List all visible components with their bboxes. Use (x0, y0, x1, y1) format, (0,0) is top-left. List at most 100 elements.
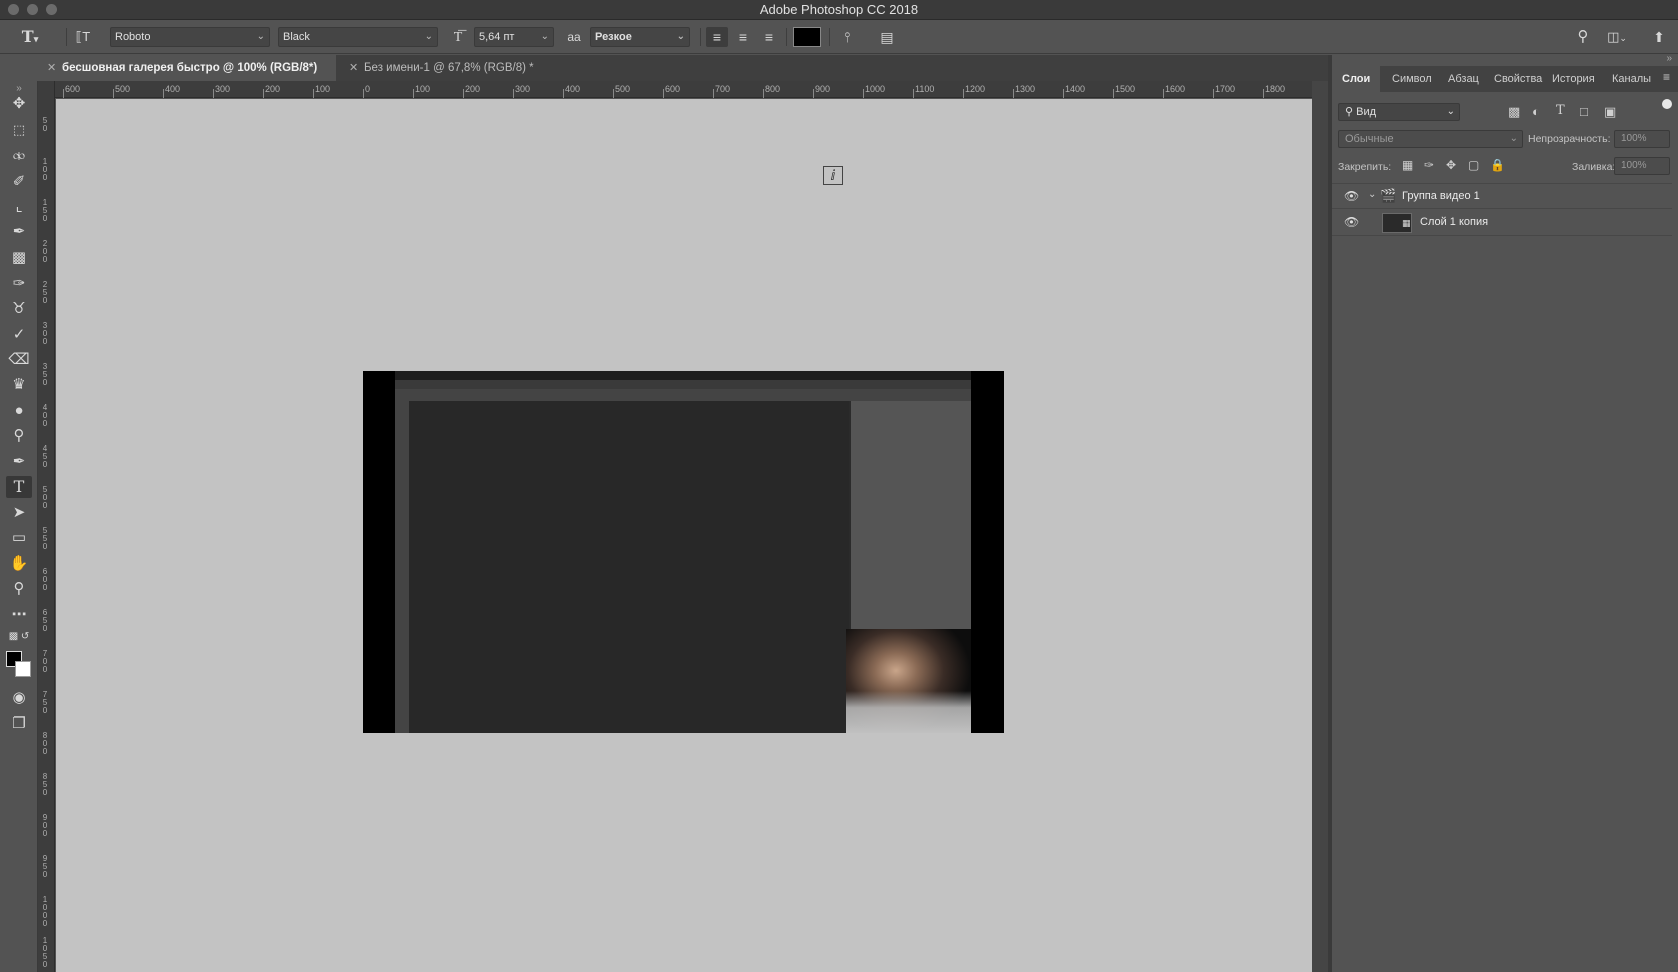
lock-position-icon[interactable]: ✥ (1446, 158, 1456, 172)
brush-tool-icon[interactable]: ✑ (6, 273, 32, 295)
workspace-icon[interactable]: ◫⌄ (1602, 27, 1632, 47)
tab-layers[interactable]: Слои (1332, 66, 1381, 92)
embedded-video-frame-overlay (846, 691, 971, 733)
share-icon[interactable]: ⬆ (1648, 27, 1670, 47)
filter-toggle-icon[interactable] (1662, 99, 1672, 109)
ruler-label: 400 (565, 84, 581, 94)
collapse-panel-icon[interactable]: » (1666, 53, 1672, 64)
font-size-select[interactable]: 5,64 пт ⌄ (474, 27, 554, 47)
crop-tool-icon[interactable]: ⌞ (6, 196, 32, 218)
layer-row-video[interactable]: 👁 ▦ Слой 1 копия (1332, 210, 1672, 236)
eraser-tool-icon[interactable]: ⌫ (6, 349, 32, 371)
rectangle-tool-icon[interactable]: ▭ (6, 527, 32, 549)
blur-tool-icon[interactable]: ● (6, 400, 32, 422)
ruler-tick (1013, 89, 1014, 98)
ruler-label: 9 0 0 (42, 813, 48, 838)
screen-mode-icon[interactable]: ❐ (6, 713, 32, 735)
lock-image-pixels-icon[interactable]: ✑ (1424, 158, 1434, 172)
character-panel-icon[interactable]: ▤ (876, 27, 898, 47)
visibility-eye-icon[interactable]: 👁 (1344, 215, 1359, 229)
path-selection-tool-icon[interactable]: ➤ (6, 502, 32, 524)
blend-mode-select[interactable]: Обычные ⌄ (1338, 130, 1523, 148)
close-tab-icon[interactable]: ✕ (349, 55, 358, 81)
ruler-label: 300 (215, 84, 231, 94)
tab-channels[interactable]: Каналы (1602, 66, 1661, 92)
lasso-tool-icon[interactable]: ⧞ (6, 145, 32, 167)
paint-bucket-tool-icon[interactable]: ♛ (6, 374, 32, 396)
marquee-tool-icon[interactable]: ⬚ (6, 119, 32, 141)
pixel-filter-icon[interactable]: ▩ (1508, 104, 1520, 120)
smart-object-filter-icon[interactable]: ▣ (1604, 104, 1616, 120)
layer-row-group[interactable]: 👁 ⌄ 🎬 Группа видео 1 (1332, 183, 1672, 209)
ruler-tick (963, 89, 964, 98)
ruler-label: 800 (765, 84, 781, 94)
hand-tool-icon[interactable]: ✋ (6, 553, 32, 575)
clone-stamp-tool-icon[interactable]: ♉ (6, 298, 32, 320)
type-filter-icon[interactable]: T (1556, 103, 1565, 118)
vertical-ruler: 5 0 1 0 0 1 5 0 2 0 0 2 5 0 3 0 0 3 5 0 4 0 0 4 … (38, 81, 55, 972)
type-tool-icon[interactable]: T (6, 476, 32, 498)
quick-mask-icon[interactable]: ◉ (6, 687, 32, 709)
tab-document-1[interactable]: ✕ бесшовная галерея быстро @ 100% (RGB/8… (40, 55, 336, 100)
panel-menu-icon[interactable]: ≡ (1663, 70, 1670, 84)
type-tool-preset-icon[interactable]: T▾ (18, 27, 42, 47)
dodge-tool-icon[interactable]: ⚲ (6, 425, 32, 447)
ruler-label: 1 0 0 (42, 157, 48, 182)
video-group-icon: 🎬 (1380, 188, 1397, 203)
background-color-swatch[interactable] (15, 661, 31, 677)
fill-label: Заливка: (1572, 161, 1616, 173)
tab-history[interactable]: История (1542, 66, 1605, 92)
tab-character[interactable]: Символ (1382, 66, 1442, 92)
text-orientation-icon[interactable]: ⟦T (72, 27, 94, 47)
lock-artboard-icon[interactable]: ▢ (1468, 158, 1479, 172)
font-family-select[interactable]: Roboto ⌄ (110, 27, 270, 47)
ruler-label: 200 (265, 84, 281, 94)
lock-transparent-pixels-icon[interactable]: ▦ (1402, 158, 1413, 172)
pen-tool-icon[interactable]: ✒ (6, 451, 32, 473)
font-style-select[interactable]: Black ⌄ (278, 27, 438, 47)
align-right-icon[interactable]: ≡ (758, 27, 780, 47)
ruler-tick (763, 89, 764, 98)
text-color-swatch[interactable] (793, 27, 821, 47)
visibility-eye-icon[interactable]: 👁 (1344, 189, 1359, 203)
adjustment-filter-icon[interactable]: ◐ (1532, 104, 1540, 119)
warp-text-icon[interactable]: ⫯ (836, 27, 858, 47)
healing-brush-tool-icon[interactable]: ▩ (6, 247, 32, 269)
tab-document-2[interactable]: ✕ Без имени-1 @ 67,8% (RGB/8) * (342, 55, 552, 81)
tab-paragraph[interactable]: Абзац (1438, 66, 1489, 92)
search-icon[interactable]: ⚲ (1572, 27, 1594, 47)
ruler-label: 4 0 0 (42, 403, 48, 428)
layers-panel: » Слои Символ Абзац Свойства История Кан… (1332, 53, 1678, 972)
canvas-image (363, 371, 1004, 733)
shape-filter-icon[interactable]: □ (1580, 104, 1588, 119)
ruler-label: 7 0 0 (42, 649, 48, 674)
layer-filter-select[interactable]: ⚲ Вид ⌄ (1338, 103, 1460, 121)
fill-input[interactable]: 100% (1614, 157, 1670, 175)
ruler-label: 600 (665, 84, 681, 94)
layer-name: Группа видео 1 (1402, 190, 1480, 202)
photoshop-window: Adobe Photoshop CC 2018 T▾ ⟦T Roboto ⌄ B… (0, 0, 1678, 972)
eyedropper-tool-icon[interactable]: ✒ (6, 221, 32, 243)
ruler-tick (663, 89, 664, 98)
close-tab-icon[interactable]: ✕ (47, 55, 56, 81)
ruler-label: 6 5 0 (42, 608, 48, 633)
default-colors-icon[interactable]: ▩ ↺ (6, 629, 32, 645)
opacity-input[interactable]: 100% (1614, 130, 1670, 148)
align-center-icon[interactable]: ≡ (732, 27, 754, 47)
embedded-canvas (409, 401, 849, 733)
move-tool-icon[interactable]: ✥ (6, 93, 32, 115)
history-brush-tool-icon[interactable]: ✓ (6, 324, 32, 346)
ruler-label: 1500 (1115, 84, 1136, 94)
document-tab-bar: ✕ бесшовная галерея быстро @ 100% (RGB/8… (40, 55, 1328, 100)
chevron-down-icon[interactable]: ⌄ (1368, 189, 1376, 200)
ruler-tick (713, 89, 714, 98)
zoom-tool-icon[interactable]: ⚲ (6, 578, 32, 600)
layer-name: Слой 1 копия (1420, 216, 1489, 228)
align-left-icon[interactable]: ≡ (706, 27, 728, 47)
lock-all-icon[interactable]: 🔒 (1490, 158, 1505, 172)
quick-select-tool-icon[interactable]: ✐ (6, 171, 32, 193)
ruler-tick (1113, 89, 1114, 98)
more-tools-icon[interactable]: ⋯ (6, 604, 32, 626)
search-icon: ⚲ (1345, 106, 1354, 118)
anti-alias-select[interactable]: Резкое ⌄ (590, 27, 690, 47)
